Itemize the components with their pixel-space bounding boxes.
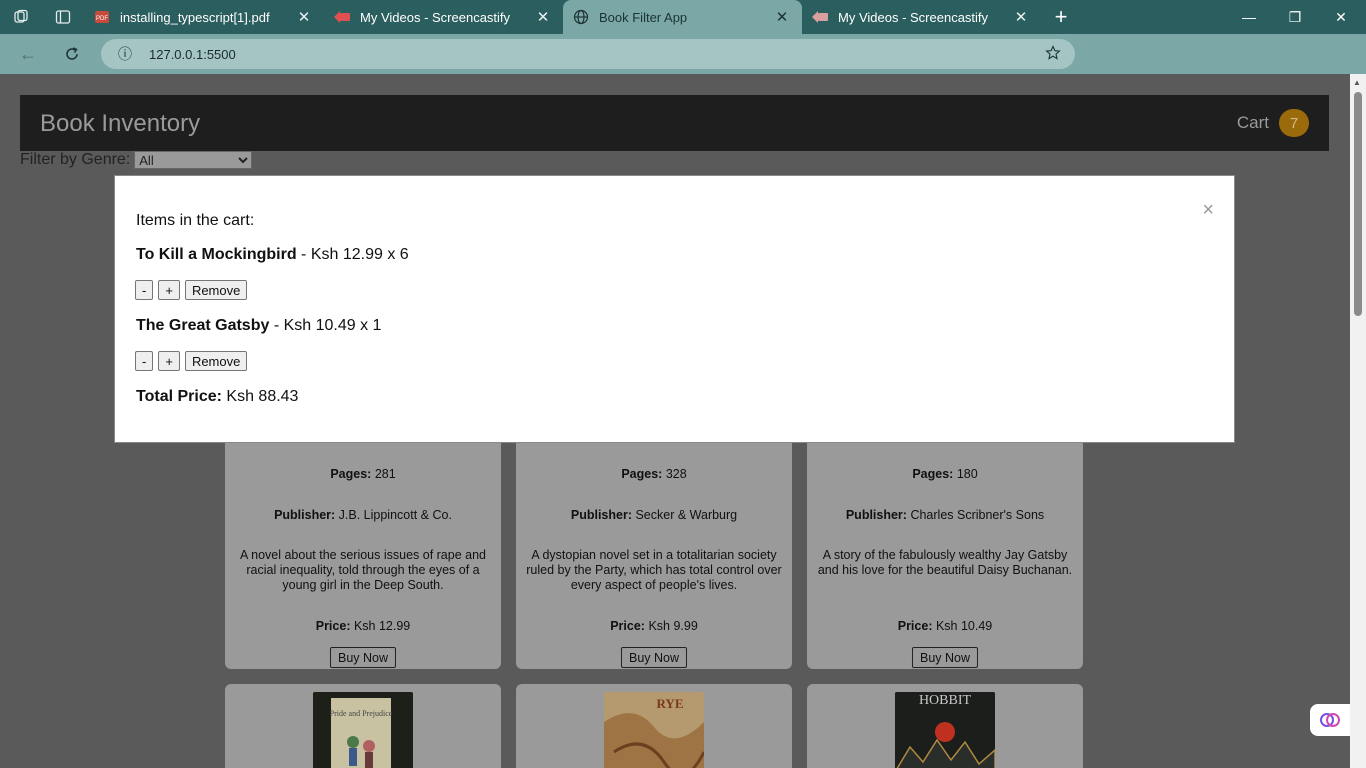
book-card: Pages: 180 Publisher: Charles Scribner's…	[807, 414, 1083, 669]
globe-icon	[573, 9, 589, 25]
card-price: Price: Ksh 10.49	[897, 619, 993, 633]
cover-title: HOBBIT	[919, 693, 972, 708]
close-icon[interactable]: ✕	[772, 8, 792, 26]
card-description: A novel about the serious issues of rape…	[240, 548, 486, 592]
cart-item-controls: - + Remove	[135, 280, 248, 300]
close-icon[interactable]: ✕	[294, 8, 314, 26]
card-publisher: Publisher: Secker & Warburg	[570, 508, 738, 522]
tab-actions-icon[interactable]	[42, 0, 84, 34]
minimize-icon[interactable]: —	[1226, 0, 1272, 34]
scrollbar-thumb[interactable]	[1354, 92, 1362, 316]
buy-now-button[interactable]: Buy Now	[329, 647, 397, 668]
cart-item-detail: - Ksh 10.49 x 1	[269, 317, 382, 334]
card-pages: Pages: 328	[621, 467, 687, 481]
back-icon[interactable]: ←	[6, 34, 50, 74]
card-publisher: Publisher: J.B. Lippincott & Co.	[274, 508, 452, 522]
refresh-icon[interactable]	[50, 34, 94, 74]
buy-now-button[interactable]: Buy Now	[620, 647, 688, 668]
modal-close-button[interactable]: ×	[1202, 200, 1214, 220]
decrease-quantity-button[interactable]: -	[135, 351, 154, 371]
copilot-floating-button[interactable]	[1310, 704, 1350, 736]
tab-title: installing_typescript[1].pdf	[120, 9, 270, 25]
screencastify-icon	[334, 9, 350, 25]
cart-item: The Great Gatsby - Ksh 10.49 x 1	[136, 317, 381, 335]
screencastify-icon	[812, 9, 828, 25]
increase-quantity-button[interactable]: +	[158, 351, 180, 371]
cart-button[interactable]: Cart 7	[1237, 109, 1309, 137]
new-tab-icon[interactable]: +	[1041, 0, 1081, 34]
window-close-icon[interactable]: ✕	[1318, 0, 1364, 34]
cart-item: To Kill a Mockingbird - Ksh 12.99 x 6	[136, 246, 409, 264]
buy-now-button[interactable]: Buy Now	[911, 647, 979, 668]
card-description: A story of the fabulously wealthy Jay Ga…	[817, 548, 1073, 577]
card-pages: Pages: 281	[330, 467, 396, 481]
restore-icon[interactable]: ❐	[1272, 0, 1318, 34]
genre-filter: Filter by Genre: All	[20, 151, 253, 169]
book-card: Pages: 328 Publisher: Secker & Warburg A…	[516, 414, 792, 669]
pdf-icon: PDF	[94, 9, 110, 25]
cart-label: Cart	[1236, 113, 1269, 132]
tab-title: Book Filter App	[599, 9, 688, 25]
url-text: 127.0.0.1:5500	[149, 46, 236, 62]
favorite-star-icon[interactable]	[1045, 45, 1061, 64]
scroll-up-icon[interactable]: ▲	[1353, 78, 1361, 87]
cart-item-title: The Great Gatsby	[136, 317, 270, 334]
decrease-quantity-button[interactable]: -	[135, 280, 154, 300]
book-cover-hobbit: HOBBIT	[895, 692, 995, 768]
app-title: Book Inventory	[40, 110, 201, 137]
total-value: Ksh 88.43	[221, 388, 299, 405]
cart-total: Total Price: Ksh 88.43	[136, 388, 298, 406]
book-card: HOBBIT	[807, 684, 1083, 768]
book-cover-pride-and-prejudice: Pride and Prejudice	[313, 692, 413, 768]
close-icon[interactable]: ✕	[533, 8, 553, 26]
close-icon[interactable]: ✕	[1011, 8, 1031, 26]
svg-text:PDF: PDF	[96, 16, 108, 22]
tab-pdf[interactable]: PDF installing_typescript[1].pdf ✕	[84, 0, 324, 34]
cart-count-badge: 7	[1279, 109, 1309, 137]
tab-title: My Videos - Screencastify	[360, 9, 511, 25]
modal-heading: Items in the cart:	[136, 212, 255, 229]
cart-item-controls: - + Remove	[135, 351, 248, 371]
browser-tab-bar: PDF installing_typescript[1].pdf ✕ My Vi…	[0, 0, 1366, 34]
card-price: Price: Ksh 9.99	[610, 619, 698, 633]
card-publisher: Publisher: Charles Scribner's Sons	[845, 508, 1045, 522]
cart-item-detail: - Ksh 12.99 x 6	[296, 246, 409, 263]
cart-modal: × Items in the cart: To Kill a Mockingbi…	[114, 175, 1235, 443]
book-card: Pages: 281 Publisher: J.B. Lippincott & …	[225, 414, 501, 669]
filter-label: Filter by Genre:	[20, 151, 131, 168]
increase-quantity-button[interactable]: +	[158, 280, 180, 300]
card-description: A dystopian novel set in a totalitarian …	[526, 548, 782, 592]
site-info-icon[interactable]: ⓘ	[101, 44, 149, 64]
tab-book-filter-app[interactable]: Book Filter App ✕	[563, 0, 802, 34]
workspaces-icon[interactable]	[0, 0, 42, 34]
page-viewport: Book Inventory Cart 7 Filter by Genre: A…	[0, 74, 1350, 768]
tab-screencastify-1[interactable]: My Videos - Screencastify ✕	[324, 0, 563, 34]
remove-item-button[interactable]: Remove	[184, 280, 248, 300]
book-cover-catcher-in-the-rye: RYE	[604, 692, 704, 768]
book-card: RYE	[516, 684, 792, 768]
tab-screencastify-2[interactable]: My Videos - Screencastify ✕	[802, 0, 1041, 34]
page-scrollbar[interactable]: ▲	[1350, 74, 1366, 768]
total-label: Total Price:	[136, 388, 222, 405]
card-price: Price: Ksh 12.99	[315, 619, 411, 633]
cover-title: Pride and Prejudice	[330, 709, 393, 718]
tab-title: My Videos - Screencastify	[838, 9, 989, 25]
app-navbar: Book Inventory Cart 7	[20, 95, 1329, 151]
cover-title: RYE	[657, 696, 684, 711]
cart-item-title: To Kill a Mockingbird	[136, 246, 297, 263]
address-bar: ← ⓘ 127.0.0.1:5500 ···	[0, 34, 1366, 100]
card-pages: Pages: 180	[912, 467, 978, 481]
remove-item-button[interactable]: Remove	[184, 351, 248, 371]
copilot-brain-icon	[1320, 713, 1340, 727]
book-card: Pride and Prejudice	[225, 684, 501, 768]
url-field[interactable]: ⓘ 127.0.0.1:5500	[101, 39, 1075, 69]
genre-select[interactable]: All	[134, 151, 253, 169]
